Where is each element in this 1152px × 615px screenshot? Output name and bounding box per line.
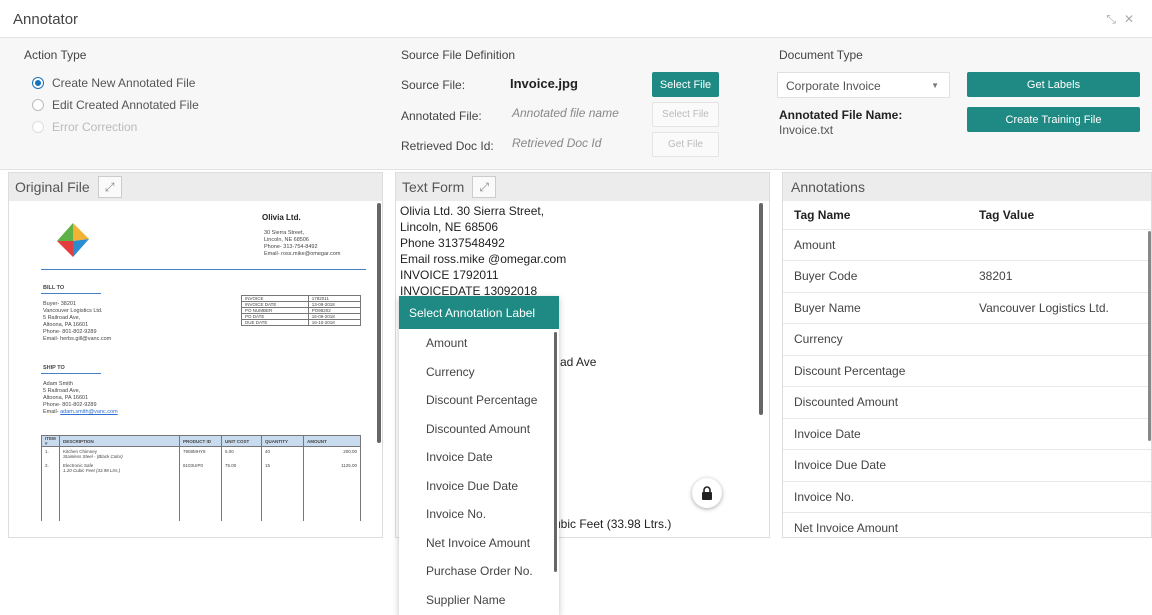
- scrollbar[interactable]: [377, 203, 381, 443]
- lock-button[interactable]: [692, 478, 722, 508]
- text-form-content[interactable]: Olivia Ltd. 30 Sierra Street, Lincoln, N…: [400, 203, 566, 299]
- table-row[interactable]: Discounted Amount: [783, 386, 1151, 419]
- annotation-label-dropdown: Select Annotation Label Amount Currency …: [399, 296, 559, 615]
- text-form-fragment: ubic Feet (33.98 Ltrs.): [554, 517, 672, 531]
- original-file-panel: Original File ⤢ Olivia Ltd. 30 Sierra St…: [8, 172, 383, 538]
- chevron-down-icon: ▼: [931, 81, 939, 90]
- column-header: Tag Name: [783, 201, 968, 230]
- table-row[interactable]: Invoice Due Date: [783, 449, 1151, 482]
- document-type-heading: Document Type: [779, 48, 863, 62]
- retrieved-doc-label: Retrieved Doc Id:: [401, 139, 494, 153]
- table-row[interactable]: Buyer Name Vancouver Logistics Ltd.: [783, 292, 1151, 324]
- radio-error-correction: Error Correction: [32, 120, 137, 134]
- annotations-panel: Annotations Tag Name Tag Value Amount Bu…: [782, 172, 1152, 538]
- bill-to-block: Buyer- 38201 Vancouver Logistics Ltd. 5 …: [43, 301, 112, 342]
- radio-button: [32, 121, 44, 133]
- table-row[interactable]: Invoice Date: [783, 418, 1151, 450]
- title-bar: Annotator ⤡✕: [0, 0, 1152, 38]
- expand-icon[interactable]: ⤢: [472, 176, 497, 198]
- column-header: Tag Value: [968, 201, 1151, 230]
- scrollbar[interactable]: [1148, 231, 1151, 441]
- table-row[interactable]: Amount: [783, 229, 1151, 261]
- panel-title: Text Form: [402, 179, 465, 195]
- dropdown-item[interactable]: Discount Percentage: [399, 386, 559, 415]
- config-area: Action Type Create New Annotated File Ed…: [0, 38, 1152, 170]
- get-labels-button[interactable]: Get Labels: [967, 72, 1140, 97]
- source-file-value: Invoice.jpg: [510, 76, 578, 91]
- action-type-heading: Action Type: [24, 48, 87, 62]
- table-row[interactable]: Currency: [783, 323, 1151, 356]
- dropdown-item[interactable]: Invoice Due Date: [399, 472, 559, 501]
- company-logo: [57, 223, 89, 257]
- text-form-fragment: ad Ave: [560, 355, 597, 369]
- source-file-heading: Source File Definition: [401, 48, 516, 62]
- dropdown-item[interactable]: Discounted Amount: [399, 415, 559, 444]
- document-type-select[interactable]: Corporate Invoice ▼: [777, 72, 950, 98]
- dropdown-item[interactable]: Currency: [399, 358, 559, 387]
- panel-header: Original File ⤢: [9, 173, 382, 201]
- invoice-address: 30 Sierra Street, Lincoln, NE 68506 Phon…: [264, 230, 341, 257]
- table-row[interactable]: Net Invoice Amount: [783, 512, 1151, 537]
- window-title: Annotator: [13, 11, 79, 28]
- divider: [41, 269, 366, 270]
- create-training-file-button[interactable]: Create Training File: [967, 107, 1140, 132]
- ship-to-block: Adam Smith 5 Railroad Ave, Altoona, PA 1…: [43, 381, 118, 415]
- dropdown-item[interactable]: Amount: [399, 329, 559, 358]
- annotations-table: Tag Name Tag Value Amount Buyer Code 3820…: [783, 201, 1151, 537]
- annotated-file-name-value: Invoice.txt: [779, 123, 834, 137]
- annotated-file-input[interactable]: Annotated file name: [512, 106, 619, 120]
- dropdown-heading: Select Annotation Label: [399, 296, 559, 329]
- panel-header: Annotations: [783, 173, 1151, 201]
- invoice-items-table: ITEM # DESCRIPTION PRODUCT ID UNIT COST …: [41, 435, 361, 521]
- panel-header: Text Form ⤢: [396, 173, 769, 201]
- ship-to-heading: SHIP TO: [43, 365, 65, 371]
- radio-label: Error Correction: [52, 120, 138, 134]
- scrollbar[interactable]: [554, 332, 557, 572]
- divider: [41, 293, 101, 294]
- table-row[interactable]: Invoice No.: [783, 481, 1151, 513]
- table-row[interactable]: Discount Percentage: [783, 355, 1151, 387]
- get-file-button: Get File: [652, 132, 719, 157]
- select-file-button[interactable]: Select File: [652, 72, 719, 97]
- radio-button[interactable]: [32, 77, 44, 89]
- panel-title: Annotations: [791, 179, 865, 195]
- table-row[interactable]: Buyer Code 38201: [783, 260, 1151, 293]
- dropdown-item[interactable]: Supplier Name: [399, 586, 559, 615]
- collapse-arrows-icon[interactable]: ⤡: [1106, 12, 1124, 26]
- dropdown-item[interactable]: Invoice No.: [399, 500, 559, 529]
- select-annotated-file-button: Select File: [652, 102, 719, 127]
- retrieved-doc-input[interactable]: Retrieved Doc Id: [512, 136, 601, 150]
- source-file-label: Source File:: [401, 78, 466, 92]
- expand-icon[interactable]: ⤢: [97, 176, 122, 198]
- annotated-file-name-label: Annotated File Name:: [779, 108, 903, 122]
- radio-label: Create New Annotated File: [52, 76, 196, 90]
- bill-to-heading: BILL TO: [43, 285, 65, 291]
- close-icon[interactable]: ✕: [1124, 12, 1142, 26]
- dropdown-item[interactable]: Net Invoice Amount: [399, 529, 559, 558]
- window-controls: ⤡✕: [1106, 12, 1142, 27]
- panel-title: Original File: [15, 179, 90, 195]
- invoice-meta-table: INVOICE 1792011 INVOICE DATE 13-09-2018 PO…: [241, 295, 362, 326]
- document-type-value: Corporate Invoice: [786, 79, 881, 93]
- radio-label: Edit Created Annotated File: [52, 98, 199, 112]
- radio-edit-created[interactable]: Edit Created Annotated File: [32, 98, 199, 112]
- lock-icon: [702, 486, 712, 500]
- annotated-file-label: Annotated File:: [401, 109, 482, 123]
- dropdown-item[interactable]: Invoice Date: [399, 443, 559, 472]
- radio-button[interactable]: [32, 99, 44, 111]
- divider: [41, 373, 101, 374]
- scrollbar[interactable]: [759, 203, 763, 415]
- dropdown-item[interactable]: Purchase Order No.: [399, 557, 559, 586]
- invoice-company: Olivia Ltd.: [262, 213, 301, 222]
- radio-create-new[interactable]: Create New Annotated File: [32, 76, 195, 90]
